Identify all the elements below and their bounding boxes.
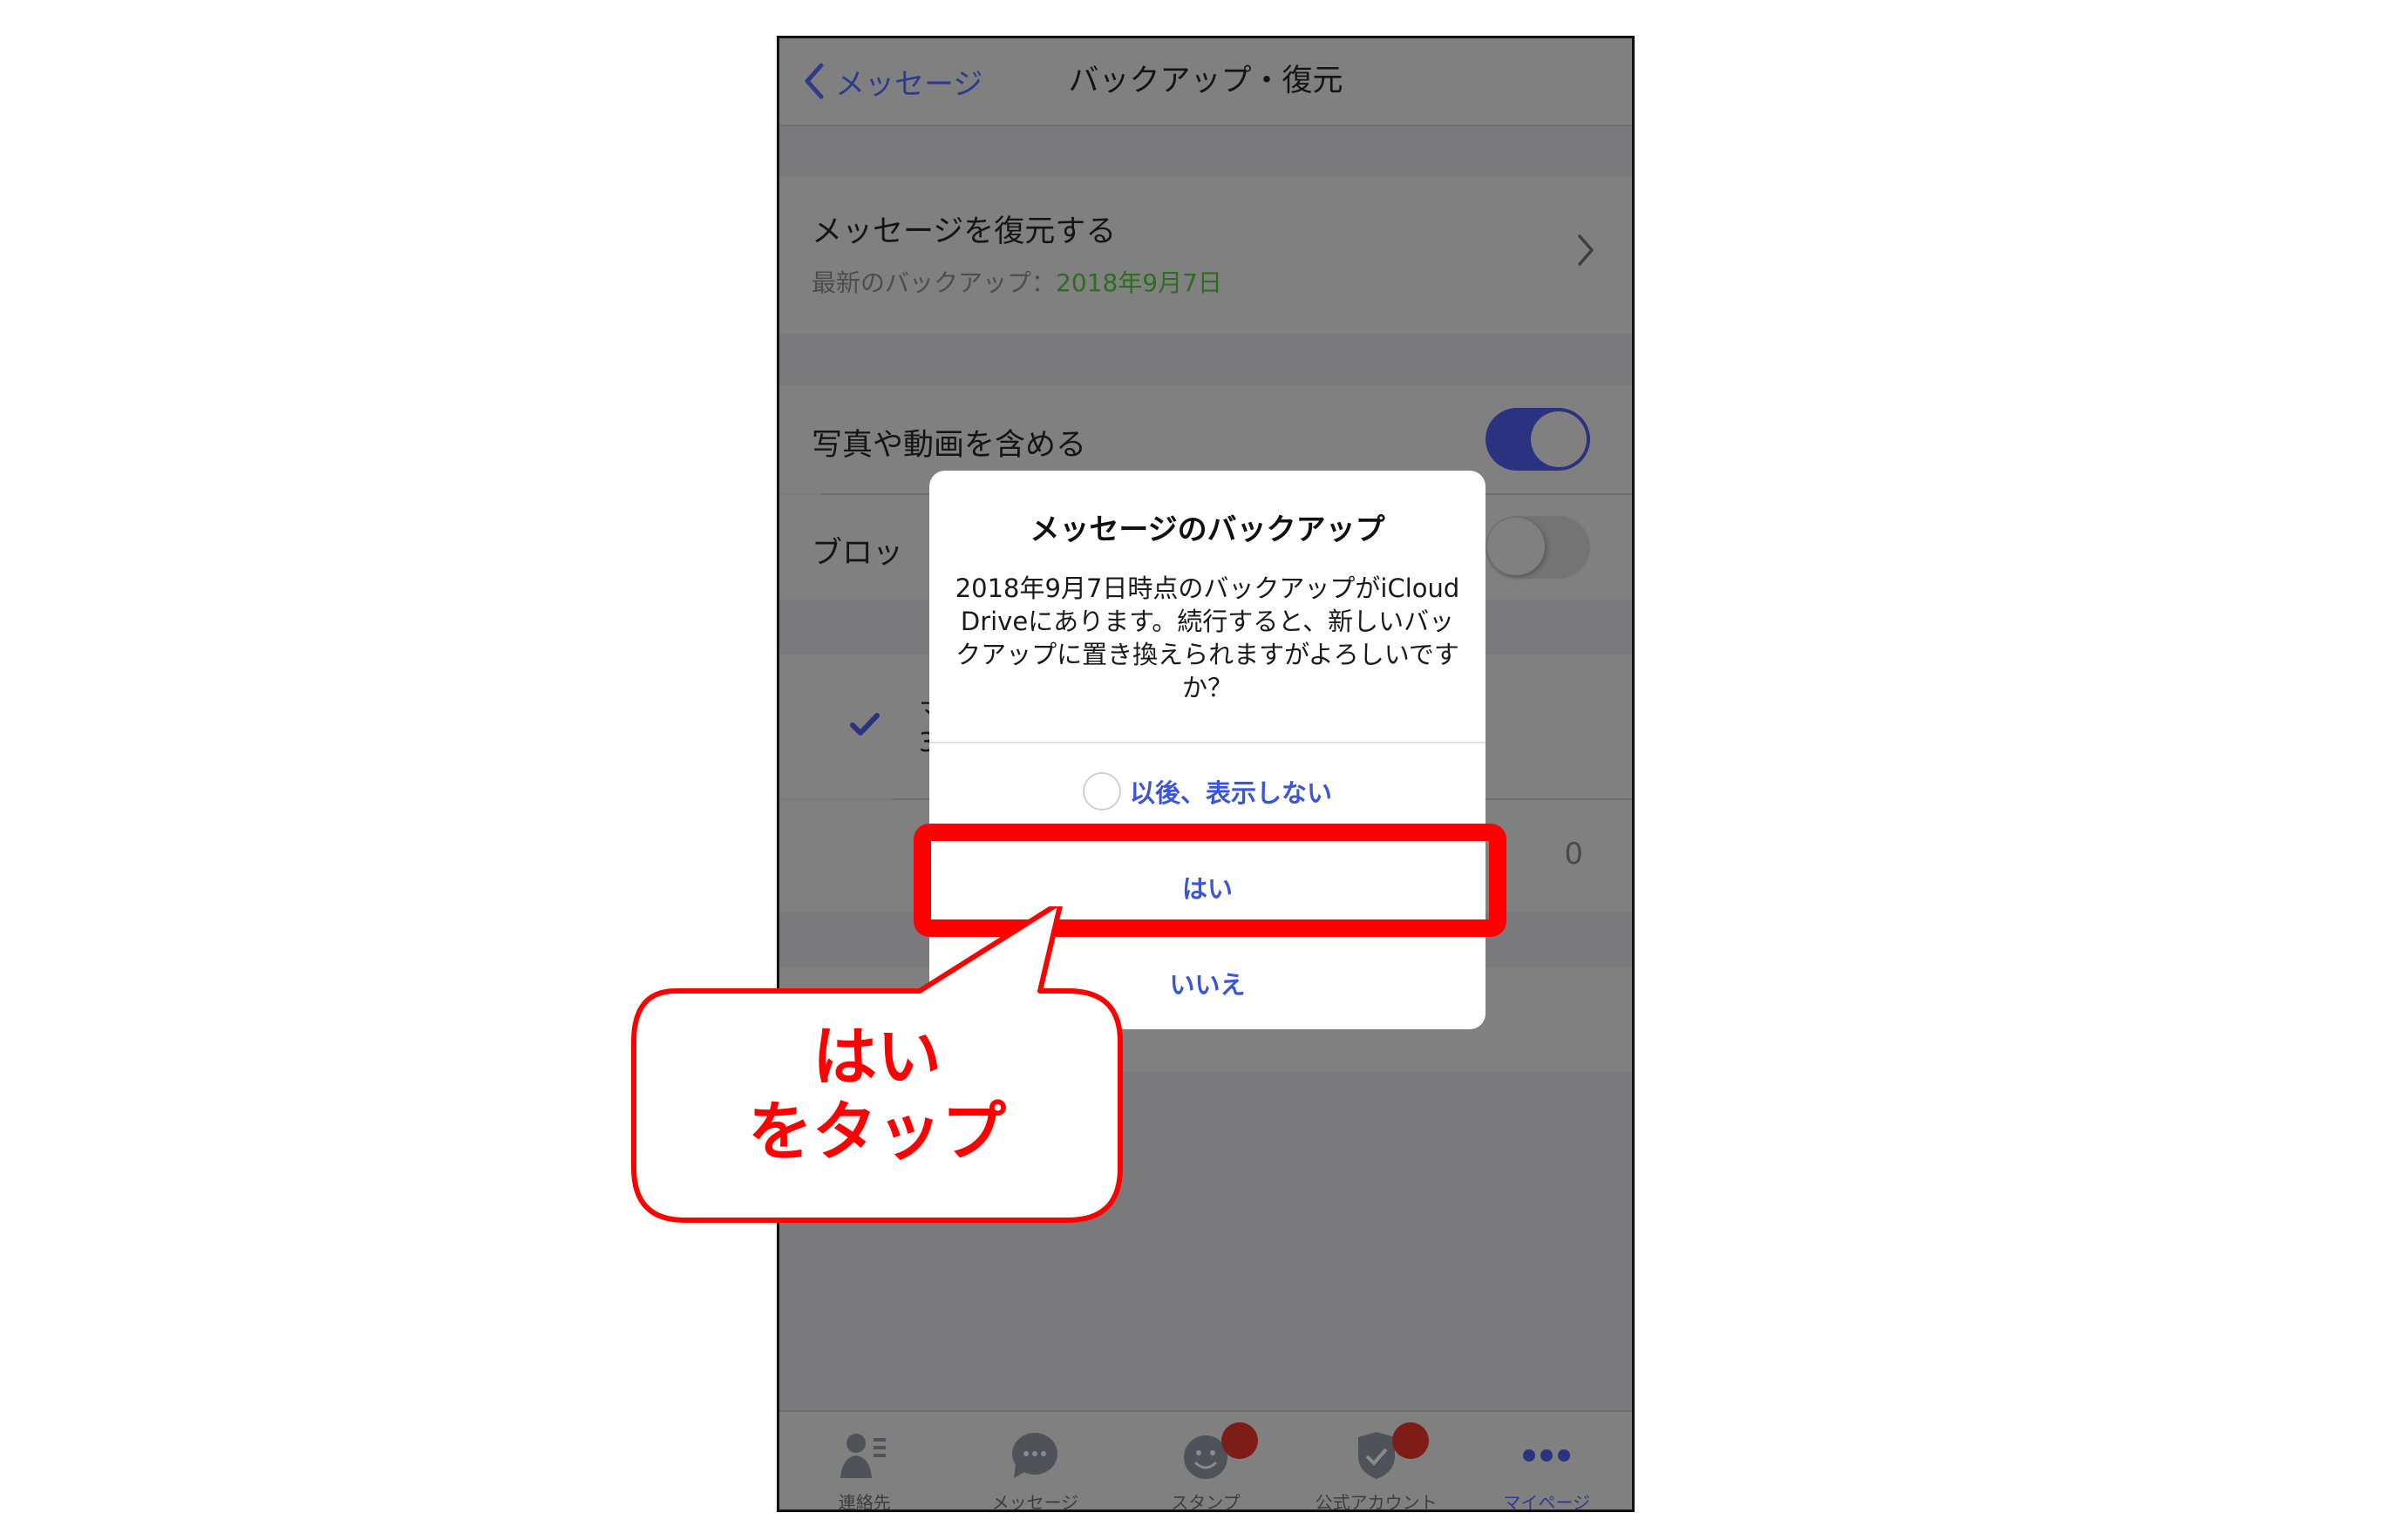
radio-button[interactable] [1082, 772, 1121, 811]
restore-messages-row[interactable]: メッセージを復元する 最新のバックアップ：2018年9月7日 [779, 177, 1632, 334]
navigation-bar: メッセージ バックアップ・復元 [779, 38, 1632, 126]
chevron-right-icon [1576, 233, 1595, 271]
notification-badge [1220, 1422, 1258, 1459]
restore-title: メッセージを復元する [812, 214, 1117, 249]
chat-bubble-icon [1007, 1428, 1063, 1483]
latest-backup-label: 最新のバックアップ： [812, 268, 1057, 297]
callout-text: はい をタップ [635, 1020, 1119, 1170]
checkmark-icon [849, 711, 880, 741]
tab-official-accounts[interactable]: 公式アカウント [1291, 1412, 1462, 1512]
include-media-toggle[interactable] [1486, 408, 1590, 471]
dont-show-again-label: 以後、表示しない [1129, 778, 1332, 808]
latest-backup-info: 最新のバックアップ：2018年9月7日 [812, 264, 1222, 299]
tab-label: マイページ [1503, 1492, 1590, 1512]
count-value: 0 [1564, 837, 1583, 872]
toggle-knob [1487, 518, 1545, 575]
more-dots-icon [1519, 1428, 1574, 1483]
tab-my-page[interactable]: マイページ [1461, 1412, 1632, 1512]
callout-line-2: をタップ [748, 1095, 1006, 1170]
dialog-message: 2018年9月7日時点のバックアップがiCloud Driveにあります。続行す… [955, 573, 1460, 702]
shield-check-icon [1349, 1422, 1429, 1483]
block-toggle[interactable] [1486, 516, 1590, 579]
tab-contacts[interactable]: 連絡先 [779, 1412, 950, 1512]
toggle-knob [1531, 411, 1587, 467]
tab-label: 公式アカウント [1315, 1492, 1438, 1512]
tab-bar: 連絡先 メッセージ スタンプ 公式アカウント マイページ [779, 1410, 1632, 1512]
block-label: ブロッ [812, 536, 904, 571]
tab-stamps[interactable]: スタンプ [1120, 1412, 1291, 1512]
latest-backup-date: 2018年9月7日 [1056, 268, 1222, 297]
notification-badge [1391, 1422, 1429, 1459]
contacts-icon [837, 1428, 893, 1483]
page-title: バックアップ・復元 [1068, 64, 1343, 98]
smiley-icon [1178, 1422, 1258, 1483]
tab-label: メッセージ [991, 1492, 1079, 1512]
callout-line-1: はい [812, 1020, 942, 1095]
tab-label: スタンプ [1171, 1492, 1241, 1512]
dialog-title: メッセージのバックアップ [1030, 512, 1385, 547]
tab-label: 連絡先 [838, 1492, 891, 1512]
include-media-label: 写真や動画を含める [812, 428, 1087, 463]
tab-messages[interactable]: メッセージ [950, 1412, 1121, 1512]
